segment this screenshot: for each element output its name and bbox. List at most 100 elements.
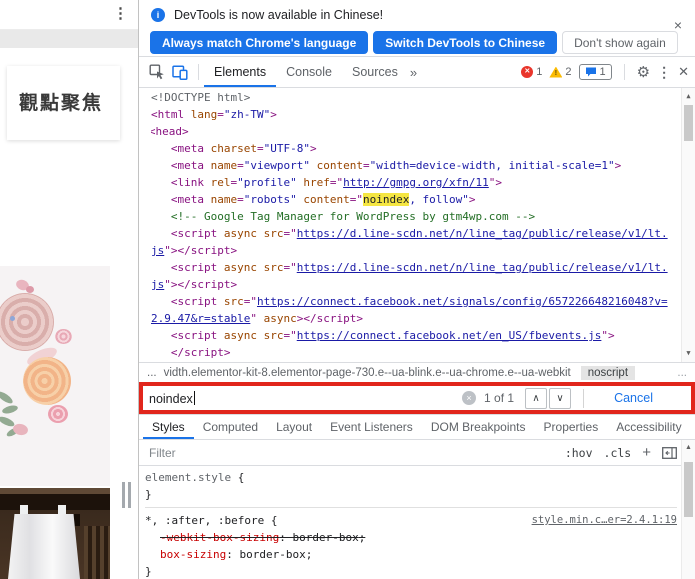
inspect-element-icon[interactable] — [147, 62, 167, 82]
css-property[interactable]: -webkit-box-sizing: border-box; — [145, 529, 677, 546]
flowers-photo[interactable] — [0, 266, 110, 486]
warning-badge[interactable]: ! 2 — [549, 66, 572, 78]
page-topbar: ⋮ — [0, 0, 138, 30]
toggle-hov-button[interactable]: :hov — [565, 446, 593, 460]
tab-console[interactable]: Console — [276, 57, 342, 87]
toggle-cls-button[interactable]: .cls — [604, 446, 632, 460]
scrollbar-thumb[interactable] — [684, 105, 693, 141]
issues-badge[interactable]: 1 — [578, 64, 612, 80]
status-area: ✕ 1 ! 2 1 ⚙ ⋮ ✕ — [521, 64, 689, 81]
cancel-search-button[interactable]: Cancel — [608, 390, 659, 406]
error-badge[interactable]: ✕ 1 — [521, 66, 542, 78]
breadcrumb-selected[interactable]: noscript — [580, 365, 636, 380]
tab-dom-breakpoints[interactable]: DOM Breakpoints — [422, 415, 535, 439]
css-property[interactable]: box-sizing: border-box; — [145, 546, 677, 563]
code-line[interactable]: <script async src="https://connect.faceb… — [151, 329, 681, 346]
styles-panel: element.style {} *, :after, :before {styl… — [139, 466, 695, 579]
tab-styles[interactable]: Styles — [143, 415, 194, 439]
panel-resize-handle[interactable] — [122, 482, 134, 508]
code-line[interactable]: <html lang="zh-TW"> — [151, 108, 681, 125]
tab-sources[interactable]: Sources — [342, 57, 408, 87]
scrollbar-thumb[interactable] — [684, 462, 693, 517]
devtools-panel: i DevTools is now available in Chinese! … — [138, 0, 695, 579]
search-input[interactable]: noindex — [149, 390, 462, 406]
code-line[interactable]: <!DOCTYPE html> — [151, 91, 681, 108]
previous-match-button[interactable]: ∧ — [525, 387, 548, 409]
code-line[interactable]: <link rel="profile" href="http://gmpg.or… — [151, 176, 681, 193]
interior-photo[interactable] — [0, 488, 110, 579]
banner-button-switch-devtools-to-chinese[interactable]: Switch DevTools to Chinese — [373, 31, 558, 54]
issues-count: 1 — [599, 66, 606, 78]
code-line[interactable]: js"></script> — [151, 278, 681, 295]
divider — [623, 64, 625, 80]
sidebar-toggle-icon[interactable] — [662, 446, 677, 459]
scroll-up-icon[interactable]: ▲ — [682, 90, 695, 103]
code-line[interactable]: <script async src="https://d.line-scdn.n… — [151, 261, 681, 278]
more-tabs-icon[interactable]: » — [410, 65, 417, 80]
code-line[interactable]: js"></script> — [151, 244, 681, 261]
elements-tree[interactable]: <!DOCTYPE html><html lang="zh-TW">▼<head… — [139, 88, 695, 362]
banner-button-always-match-chrome-s-language[interactable]: Always match Chrome's language — [150, 31, 369, 54]
crumbs-overflow-right[interactable]: ... — [677, 367, 687, 379]
tab-event-listeners[interactable]: Event Listeners — [321, 415, 422, 439]
language-banner: i DevTools is now available in Chinese! … — [139, 0, 695, 57]
code-line[interactable]: <script async src="https://d.line-scdn.n… — [151, 227, 681, 244]
devtools-kebab-icon[interactable]: ⋮ — [657, 64, 671, 81]
crumbs-overflow-left[interactable]: ... — [147, 367, 157, 379]
styles-filter-input[interactable]: Filter — [149, 446, 554, 460]
divider — [583, 388, 585, 408]
banner-close-icon[interactable]: × — [674, 17, 682, 33]
style-source-link[interactable]: style.min.c…er=2.4.1:19 — [532, 512, 677, 529]
match-count: 1 of 1 — [484, 391, 515, 405]
banner-message: DevTools is now available in Chinese! — [174, 8, 384, 22]
code-line[interactable]: <meta name="robots" content="noindex, fo… — [151, 193, 681, 210]
rule-selector[interactable]: *, :after, :before — [145, 514, 264, 527]
tab-computed[interactable]: Computed — [194, 415, 267, 439]
code-line[interactable]: <meta name="viewport" content="width=dev… — [151, 159, 681, 176]
code-line[interactable]: ▼<head> — [151, 125, 681, 142]
code-line[interactable]: <!-- Google Tag Manager for WordPress by… — [151, 210, 681, 227]
styles-filter-row: Filter :hov .cls + — [139, 440, 695, 466]
styles-lower-region: Filter :hov .cls + element.style {} *, :a… — [139, 440, 695, 579]
error-icon: ✕ — [521, 66, 534, 78]
code-line[interactable]: <meta charset="UTF-8"> — [151, 142, 681, 159]
breadcrumb-bar: ... vidth.elementor-kit-8.elementor-page… — [139, 362, 695, 382]
background-page: ⋮ 觀點聚焦 — [0, 0, 138, 579]
code-line[interactable]: <script src="https://connect.facebook.ne… — [151, 295, 681, 312]
styles-tab-bar: Styles Computed Layout Event Listeners DOM B… — [139, 415, 695, 440]
error-count: 1 — [536, 66, 543, 78]
code-scrollbar[interactable]: ▲ ▼ — [681, 88, 695, 362]
settings-gear-icon[interactable]: ⚙ — [637, 65, 650, 80]
info-icon: i — [151, 8, 165, 22]
page-kebab-menu-icon[interactable]: ⋮ — [113, 4, 128, 24]
page-section-card: 觀點聚焦 — [7, 66, 120, 140]
text-cursor — [193, 390, 195, 405]
code-line[interactable]: </script> — [151, 346, 681, 362]
tab-properties[interactable]: Properties — [535, 415, 608, 439]
page-heading: 觀點聚焦 — [19, 93, 104, 114]
next-match-button[interactable]: ∨ — [549, 387, 572, 409]
breadcrumb[interactable]: vidth.elementor-kit-8.elementor-page-730… — [164, 367, 571, 379]
code-line[interactable]: 2.9.47&r=stable" async></script> — [151, 312, 681, 329]
devtools-tabs: Elements Console Sources — [204, 57, 408, 87]
devtools-toolbar: ElementsConsoleSources » ✕ 1 ! 2 1 ⚙ ⋮ — [139, 57, 695, 88]
clear-search-icon[interactable]: × — [462, 391, 477, 405]
styles-scrollbar[interactable]: ▲ — [681, 440, 695, 579]
style-rule: element.style {} — [145, 469, 677, 508]
scroll-up-icon[interactable]: ▲ — [682, 444, 695, 451]
device-toolbar-icon[interactable] — [170, 62, 190, 82]
divider — [198, 64, 199, 80]
banner-buttons: Always match Chrome's language Switch Dev… — [150, 31, 678, 54]
tab-accessibility[interactable]: Accessibility — [607, 415, 690, 439]
banner-button-don-t-show-again[interactable]: Don't show again — [562, 31, 678, 54]
screenshot-root: ⋮ 觀點聚焦 i DevTools is now available in Ch… — [0, 0, 695, 579]
tab-elements[interactable]: Elements — [204, 57, 276, 87]
scroll-down-icon[interactable]: ▼ — [682, 347, 695, 360]
page-grey-strip — [0, 30, 138, 48]
issues-icon — [585, 67, 596, 77]
tab-layout[interactable]: Layout — [267, 415, 321, 439]
rule-selector[interactable]: element.style — [145, 471, 231, 484]
new-style-rule-button[interactable]: + — [642, 444, 651, 461]
warning-icon: ! — [549, 66, 563, 78]
devtools-close-icon[interactable]: ✕ — [678, 64, 689, 80]
